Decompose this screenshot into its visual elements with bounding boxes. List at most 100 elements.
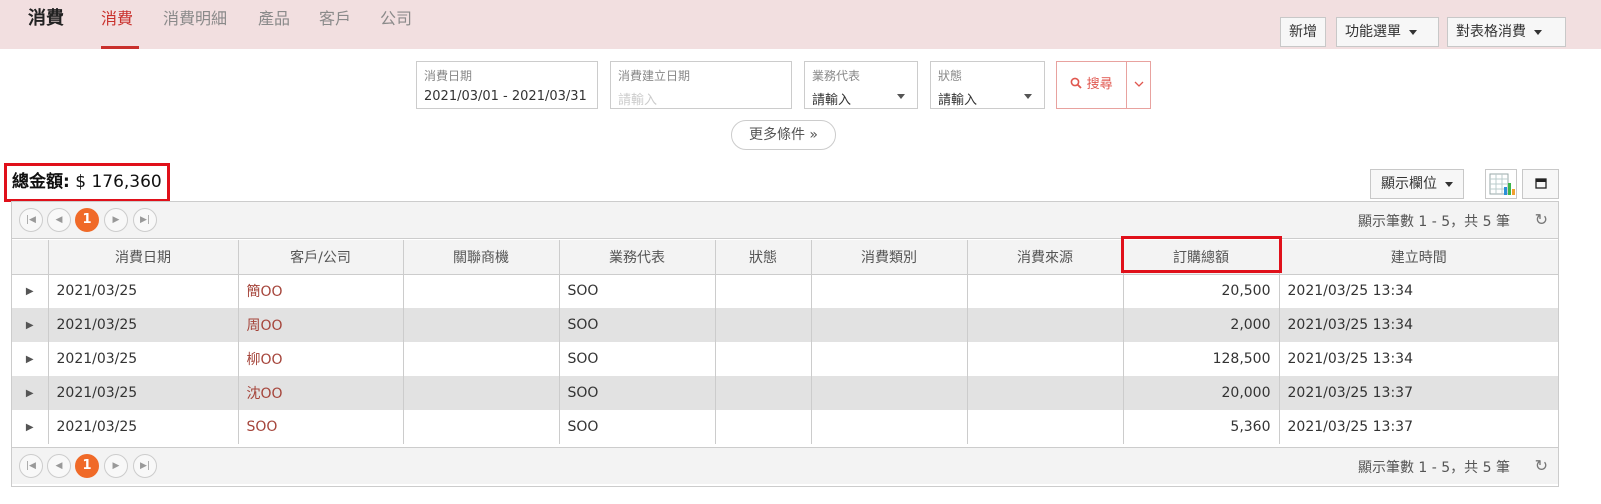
caret-down-icon bbox=[1445, 181, 1453, 187]
col-header-source[interactable]: 消費來源 bbox=[967, 240, 1124, 275]
cell-order-total: 5,360 bbox=[1123, 410, 1280, 444]
cell-category bbox=[811, 410, 968, 444]
col-header-customer[interactable]: 客戶/公司 bbox=[238, 240, 404, 275]
cell-opportunity bbox=[403, 342, 560, 376]
created-date-label: 消費建立日期 bbox=[618, 69, 691, 83]
created-date-filter[interactable]: 消費建立日期 請輸入 bbox=[610, 61, 792, 109]
next-page-icon[interactable]: ▶ bbox=[104, 454, 128, 478]
rep-filter[interactable]: 業務代表 請輸入 bbox=[804, 61, 918, 109]
date-filter[interactable]: 消費日期 2021/03/01 - 2021/03/31 bbox=[416, 61, 598, 109]
table-view-button[interactable] bbox=[1522, 169, 1559, 199]
total-amount: 總金額: $ 176,360 bbox=[4, 163, 170, 202]
expander-header bbox=[12, 240, 49, 275]
add-button-label: 新增 bbox=[1289, 24, 1317, 40]
table-row[interactable]: ▶ 2021/03/25 柳OO SOO 128,500 2021/03/25 … bbox=[12, 342, 1558, 376]
last-page-icon[interactable]: ▶| bbox=[133, 454, 157, 478]
more-conditions-button[interactable]: 更多條件 » bbox=[731, 120, 836, 150]
cell-order-total: 2,000 bbox=[1123, 308, 1280, 342]
tab-consumption-detail[interactable]: 消費明細 bbox=[163, 5, 227, 49]
app-title: 消費 bbox=[28, 8, 64, 29]
cell-rep: SOO bbox=[559, 376, 716, 410]
expand-arrow-icon[interactable]: ▶ bbox=[12, 342, 49, 376]
table-row[interactable]: ▶ 2021/03/25 周OO SOO 2,000 2021/03/25 13… bbox=[12, 308, 1558, 342]
cell-source bbox=[967, 274, 1124, 308]
table-row[interactable]: ▶ 2021/03/25 簡OO SOO 20,500 2021/03/25 1… bbox=[12, 274, 1558, 308]
col-header-date[interactable]: 消費日期 bbox=[48, 240, 239, 275]
refresh-icon[interactable]: ↻ bbox=[1535, 210, 1548, 229]
page-number-current[interactable]: 1 bbox=[75, 208, 99, 232]
page-info: 顯示筆數 1 - 5，共 5 筆 bbox=[1357, 460, 1510, 476]
rep-filter-label: 業務代表 bbox=[812, 69, 861, 83]
cell-status bbox=[715, 274, 812, 308]
cell-customer-link[interactable]: 柳OO bbox=[238, 342, 404, 376]
prev-page-icon[interactable]: ◀ bbox=[47, 208, 71, 232]
cell-order-total: 20,000 bbox=[1123, 376, 1280, 410]
cell-date: 2021/03/25 bbox=[48, 410, 239, 444]
cell-category bbox=[811, 376, 968, 410]
cell-customer-link[interactable]: 沈OO bbox=[238, 376, 404, 410]
cell-opportunity bbox=[403, 274, 560, 308]
tab-products[interactable]: 產品 bbox=[258, 5, 290, 49]
table-header-row: 消費日期 客戶/公司 關聯商機 業務代表 狀態 消費類別 消費來源 訂購總額 建… bbox=[12, 240, 1558, 275]
cell-rep: SOO bbox=[559, 274, 716, 308]
cell-category bbox=[811, 342, 968, 376]
table-row[interactable]: ▶ 2021/03/25 沈OO SOO 20,000 2021/03/25 1… bbox=[12, 376, 1558, 410]
cell-opportunity bbox=[403, 410, 560, 444]
cell-status bbox=[715, 308, 812, 342]
last-page-icon[interactable]: ▶| bbox=[133, 208, 157, 232]
more-conditions-label: 更多條件 » bbox=[748, 127, 818, 143]
tab-companies[interactable]: 公司 bbox=[380, 5, 412, 49]
cell-customer-link[interactable]: 周OO bbox=[238, 308, 404, 342]
first-page-icon[interactable]: |◀ bbox=[19, 208, 43, 232]
cell-created: 2021/03/25 13:34 bbox=[1287, 351, 1414, 367]
report-chart-icon bbox=[1486, 173, 1516, 202]
table-row[interactable]: ▶ 2021/03/25 SOO SOO 5,360 2021/03/25 13… bbox=[12, 410, 1558, 444]
first-page-icon[interactable]: |◀ bbox=[19, 454, 43, 478]
pager-bottom: |◀ ◀ 1 ▶ ▶| 顯示筆數 1 - 5，共 5 筆 ↻ bbox=[12, 447, 1558, 484]
search-icon bbox=[1070, 77, 1086, 92]
caret-down-icon bbox=[1534, 29, 1542, 35]
cell-category bbox=[811, 274, 968, 308]
search-dropdown-button[interactable] bbox=[1126, 61, 1151, 109]
date-filter-value: 2021/03/01 - 2021/03/31 bbox=[424, 89, 587, 104]
add-button[interactable]: 新增 bbox=[1280, 17, 1326, 47]
function-menu-button[interactable]: 功能選單 bbox=[1336, 17, 1439, 47]
refresh-icon[interactable]: ↻ bbox=[1535, 456, 1548, 475]
rep-filter-value: 請輸入 bbox=[812, 93, 852, 108]
col-header-rep[interactable]: 業務代表 bbox=[559, 240, 716, 275]
tab-customers[interactable]: 客戶 bbox=[319, 5, 351, 49]
sheet-consumption-button[interactable]: 對表格消費 bbox=[1447, 17, 1566, 47]
tab-consumption[interactable]: 消費 bbox=[101, 5, 139, 49]
col-header-created[interactable]: 建立時間 bbox=[1279, 240, 1558, 275]
total-amount-value: $ 176,360 bbox=[75, 172, 162, 192]
cell-order-total: 128,500 bbox=[1123, 342, 1280, 376]
col-header-opportunity[interactable]: 關聯商機 bbox=[403, 240, 560, 275]
next-page-icon[interactable]: ▶ bbox=[104, 208, 128, 232]
prev-page-icon[interactable]: ◀ bbox=[47, 454, 71, 478]
display-columns-button[interactable]: 顯示欄位 bbox=[1370, 169, 1464, 199]
page-number-current[interactable]: 1 bbox=[75, 454, 99, 478]
cell-source bbox=[967, 308, 1124, 342]
cell-rep: SOO bbox=[559, 342, 716, 376]
chevron-down-icon bbox=[1134, 78, 1144, 92]
cell-order-total: 20,500 bbox=[1123, 274, 1280, 308]
window-icon bbox=[1523, 178, 1558, 202]
status-filter-value: 請輸入 bbox=[938, 93, 978, 108]
cell-customer-link[interactable]: 簡OO bbox=[238, 274, 404, 308]
expand-arrow-icon[interactable]: ▶ bbox=[12, 308, 49, 342]
cell-customer-link[interactable]: SOO bbox=[238, 410, 404, 444]
search-button[interactable]: 搜尋 bbox=[1056, 61, 1127, 109]
col-header-category[interactable]: 消費類別 bbox=[811, 240, 968, 275]
caret-down-icon bbox=[897, 94, 905, 99]
status-filter[interactable]: 狀態 請輸入 bbox=[930, 61, 1045, 109]
status-filter-label: 狀態 bbox=[938, 69, 963, 83]
col-header-status[interactable]: 狀態 bbox=[715, 240, 812, 275]
cell-created: 2021/03/25 13:37 bbox=[1287, 419, 1414, 435]
total-amount-label: 總金額: bbox=[12, 172, 70, 192]
expand-arrow-icon[interactable]: ▶ bbox=[12, 274, 49, 308]
expand-arrow-icon[interactable]: ▶ bbox=[12, 410, 49, 444]
report-view-button[interactable] bbox=[1485, 169, 1517, 199]
caret-down-icon bbox=[1024, 94, 1032, 99]
cell-created: 2021/03/25 13:37 bbox=[1279, 376, 1558, 410]
expand-arrow-icon[interactable]: ▶ bbox=[12, 376, 49, 410]
